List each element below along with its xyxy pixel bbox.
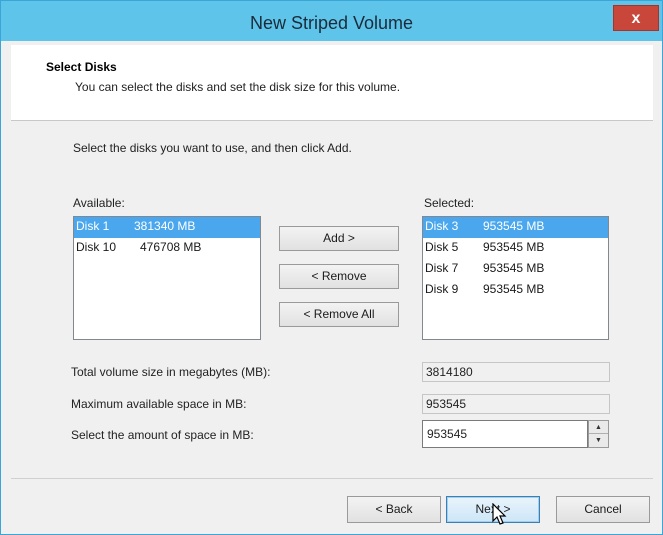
remove-all-button[interactable]: < Remove All [279,302,399,327]
selected-label: Selected: [424,196,475,210]
max-space-label: Maximum available space in MB: [71,397,247,411]
total-size-field: 3814180 [422,362,610,382]
amount-space-stepper[interactable]: ▲ ▼ [588,420,609,448]
amount-space-label: Select the amount of space in MB: [71,428,254,442]
mouse-cursor-icon [492,503,507,525]
disk-name: Disk 10 [76,240,117,254]
disk-name: Disk 3 [425,219,459,233]
available-item-disk-1[interactable]: Disk 1 381340 MB [74,217,260,238]
header-subtitle: You can select the disks and set the dis… [75,80,401,94]
selected-item-disk-7[interactable]: Disk 7 953545 MB [423,259,608,280]
back-button[interactable]: < Back [347,496,441,523]
disk-name: Disk 9 [425,282,459,296]
disk-size: 476708 MB [140,240,202,254]
available-item-disk-10[interactable]: Disk 10 476708 MB [74,238,260,259]
amount-space-input[interactable]: 953545 [422,420,588,448]
chevron-up-icon[interactable]: ▲ [589,421,608,434]
disk-size: 953545 MB [483,261,545,275]
dialog-window: New Striped Volume x Select Disks You ca… [0,0,663,535]
selected-item-disk-9[interactable]: Disk 9 953545 MB [423,280,608,301]
available-listbox[interactable]: Disk 1 381340 MB Disk 10 476708 MB [73,216,261,340]
footer-divider [11,478,653,479]
cancel-button[interactable]: Cancel [556,496,650,523]
total-size-label: Total volume size in megabytes (MB): [71,365,271,379]
selected-item-disk-3[interactable]: Disk 3 953545 MB [423,217,608,238]
disk-size: 381340 MB [134,219,196,233]
instruction-text: Select the disks you want to use, and th… [73,141,352,155]
selected-listbox[interactable]: Disk 3 953545 MB Disk 5 953545 MB Disk 7 95… [422,216,609,340]
wizard-content: Select the disks you want to use, and th… [11,122,653,478]
window-title: New Striped Volume [249,13,414,33]
selected-item-disk-5[interactable]: Disk 5 953545 MB [423,238,608,259]
header-title: Select Disks [46,60,117,74]
disk-size: 953545 MB [483,282,545,296]
disk-name: Disk 1 [76,219,110,233]
remove-button[interactable]: < Remove [279,264,399,289]
max-space-field: 953545 [422,394,610,414]
chevron-down-icon[interactable]: ▼ [589,434,608,447]
disk-size: 953545 MB [483,219,545,233]
disk-size: 953545 MB [483,240,545,254]
disk-name: Disk 7 [425,261,459,275]
disk-name: Disk 5 [425,240,459,254]
add-button[interactable]: Add > [279,226,399,251]
available-label: Available: [73,196,125,210]
title-bar[interactable]: New Striped Volume x [1,1,662,41]
close-button[interactable]: x [613,5,659,31]
wizard-header: Select Disks You can select the disks an… [11,45,653,121]
